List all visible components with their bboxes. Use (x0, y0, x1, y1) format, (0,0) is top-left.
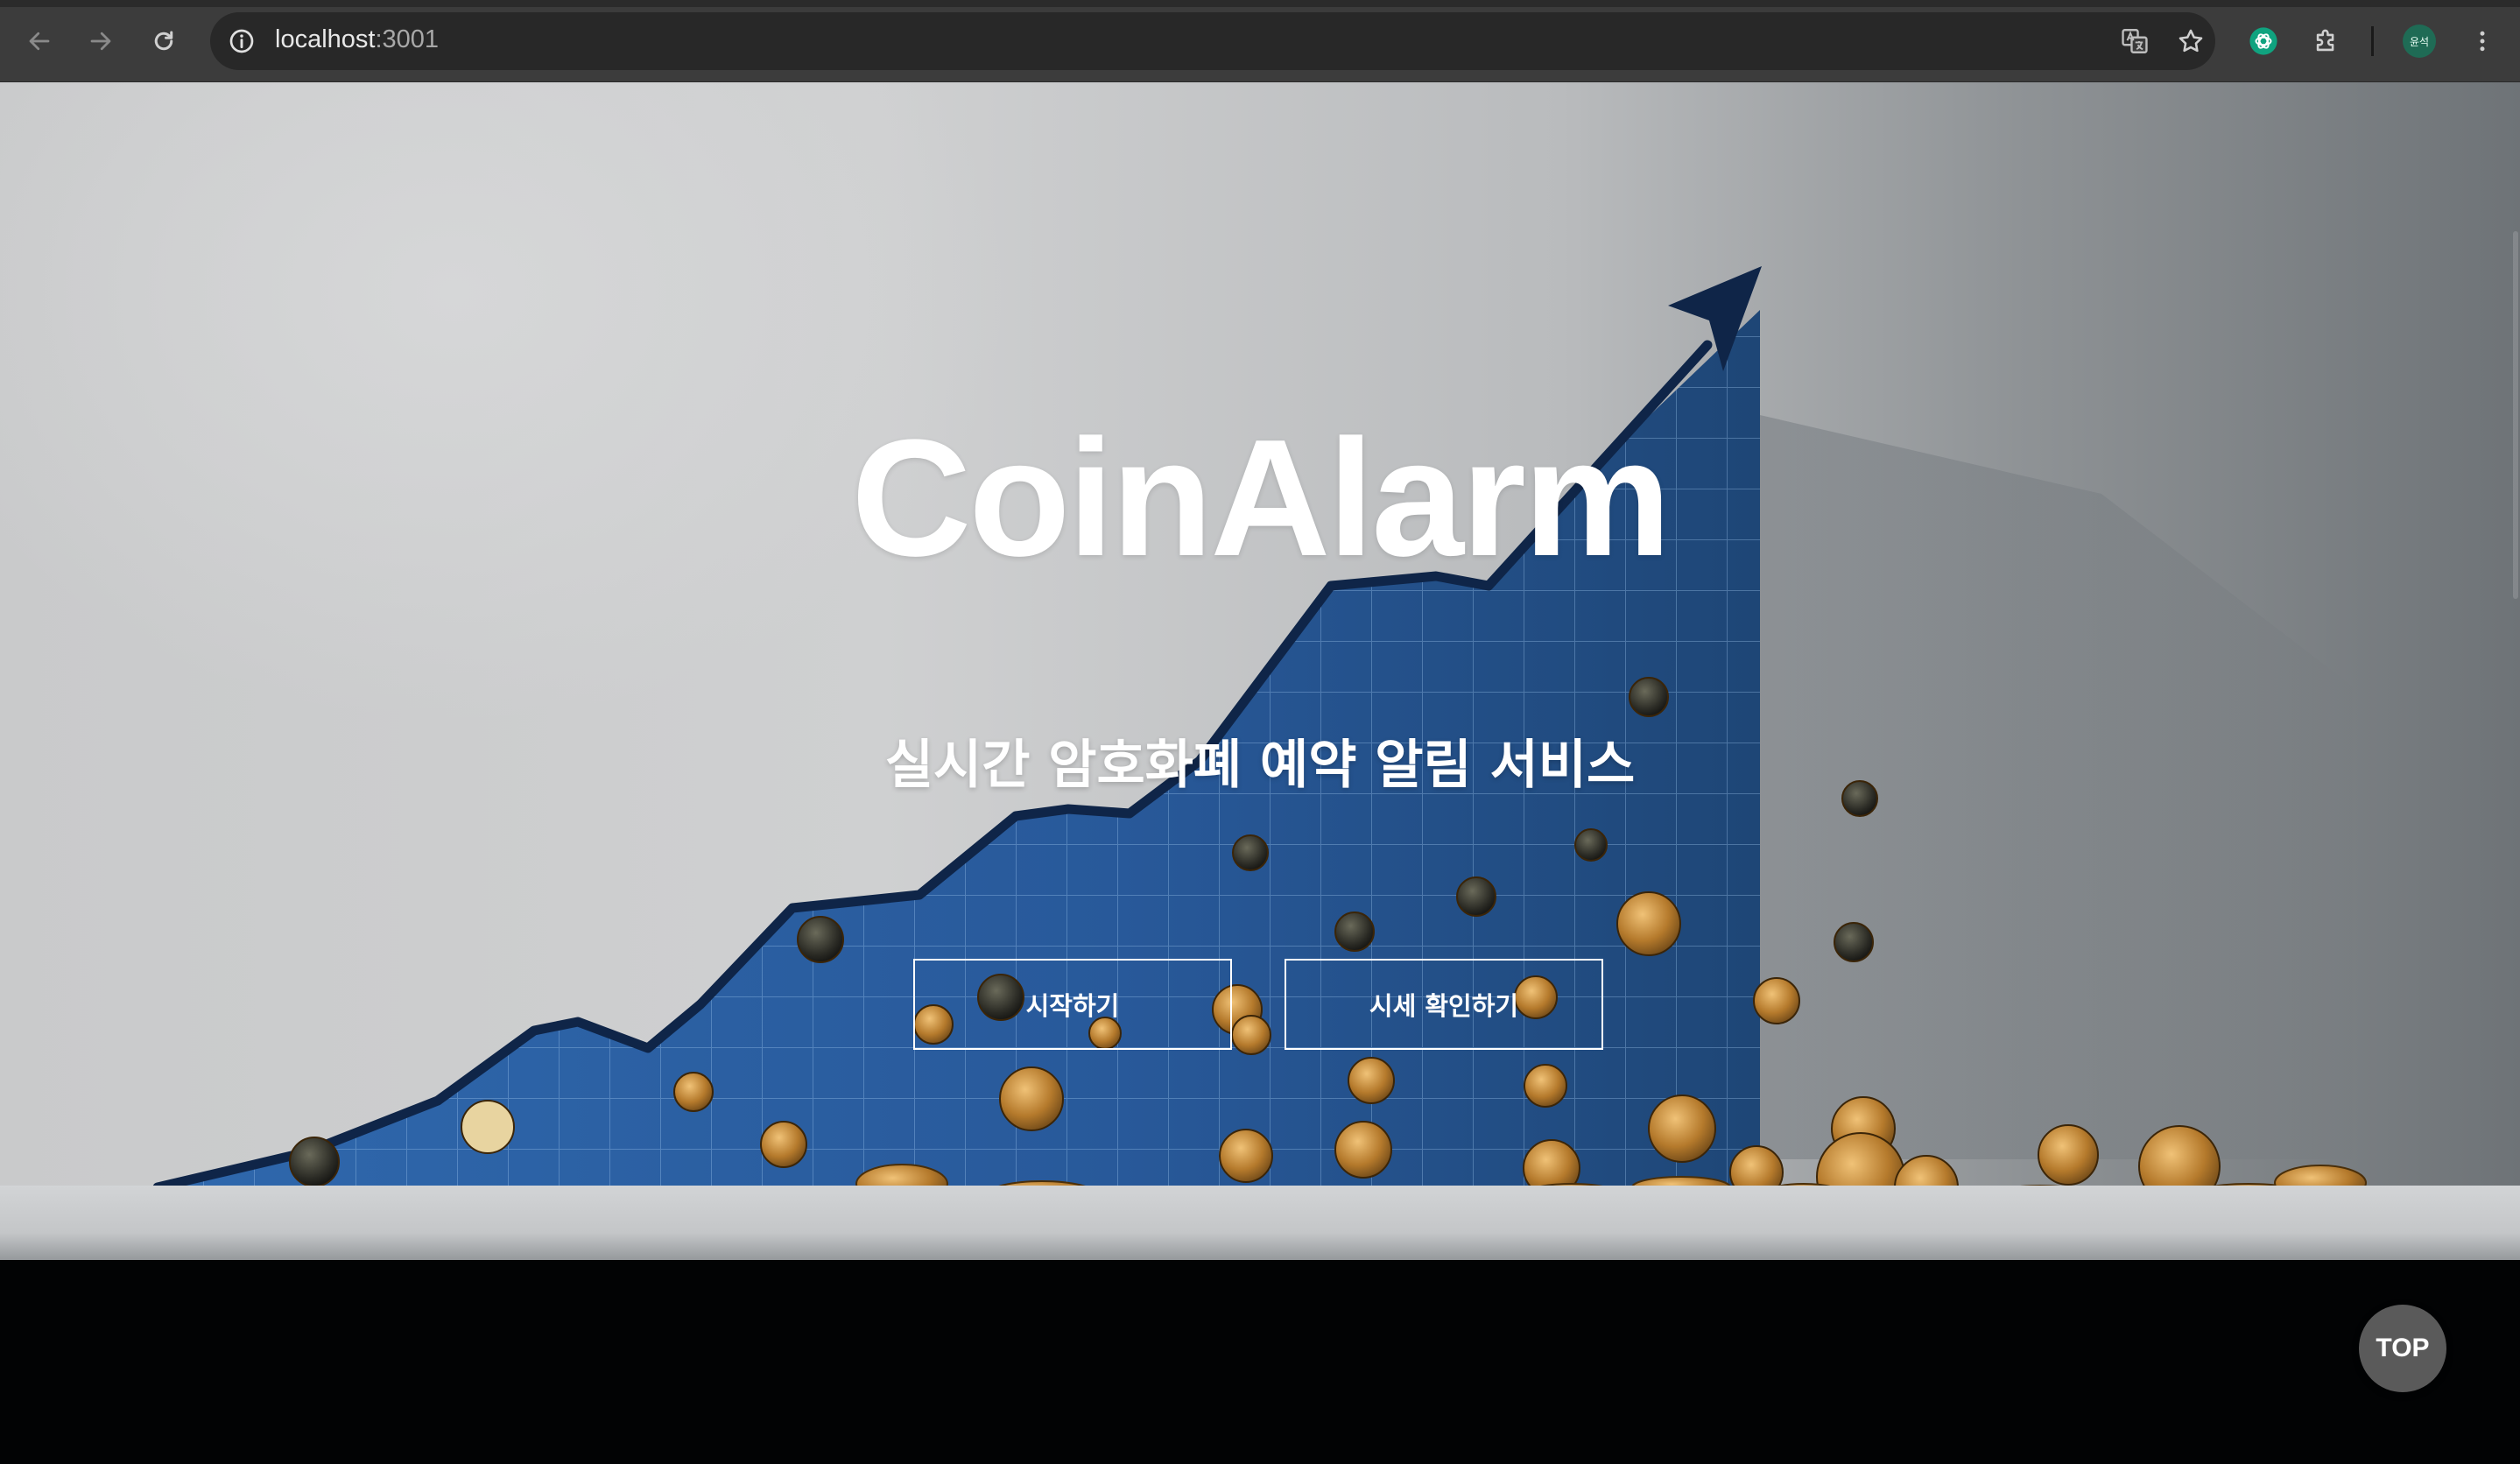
hero-illustration (137, 266, 2367, 1221)
scrollbar-thumb[interactable] (2513, 231, 2518, 599)
reload-button[interactable] (142, 19, 186, 63)
shelf-surface (0, 1186, 2520, 1264)
translate-button[interactable] (2115, 22, 2154, 60)
start-button[interactable]: 시작하기 (913, 959, 1232, 1050)
avatar: 윤석 (2403, 25, 2436, 58)
info-icon (229, 29, 254, 53)
tab-strip-edge (0, 0, 2520, 7)
puzzle-icon (2316, 29, 2334, 52)
back-button[interactable] (18, 19, 61, 63)
url-host: localhost (275, 25, 376, 53)
check-prices-button[interactable]: 시세 확인하기 (1285, 959, 1603, 1050)
chatgpt-extension-button[interactable] (2242, 19, 2285, 63)
kebab-menu-icon (2480, 31, 2485, 52)
hero-section: CoinAlarm 실시간 암호화폐 예약 알림 서비스 시작하기 시세 확인하… (0, 82, 2520, 1464)
toolbar-divider (2371, 26, 2374, 56)
page-viewport: CoinAlarm 실시간 암호화폐 예약 알림 서비스 시작하기 시세 확인하… (0, 82, 2520, 1464)
bookmark-button[interactable] (2172, 22, 2210, 60)
back-arrow-icon (29, 32, 50, 51)
address-bar[interactable]: localhost:3001 (210, 12, 2215, 70)
scroll-to-top-button[interactable]: TOP (2359, 1305, 2446, 1392)
browser-toolbar: localhost:3001 윤석 (0, 0, 2520, 82)
chatgpt-icon (2249, 27, 2277, 55)
url-text[interactable]: localhost:3001 (275, 25, 439, 54)
star-icon (2179, 29, 2203, 53)
forward-button[interactable] (79, 19, 123, 63)
url-port: :3001 (375, 25, 440, 53)
hero-subtitle: 실시간 암호화폐 예약 알림 서비스 (884, 735, 1636, 796)
translate-icon (2122, 29, 2148, 53)
forward-arrow-icon (90, 32, 111, 51)
profile-button[interactable]: 윤석 (2397, 19, 2441, 63)
extensions-button[interactable] (2305, 19, 2348, 63)
browser-menu-button[interactable] (2460, 19, 2504, 63)
site-info-button[interactable] (222, 22, 261, 60)
page-footer-dark (0, 1260, 2520, 1464)
hero-title: CoinAlarm (851, 405, 1672, 591)
reload-icon (154, 31, 173, 51)
